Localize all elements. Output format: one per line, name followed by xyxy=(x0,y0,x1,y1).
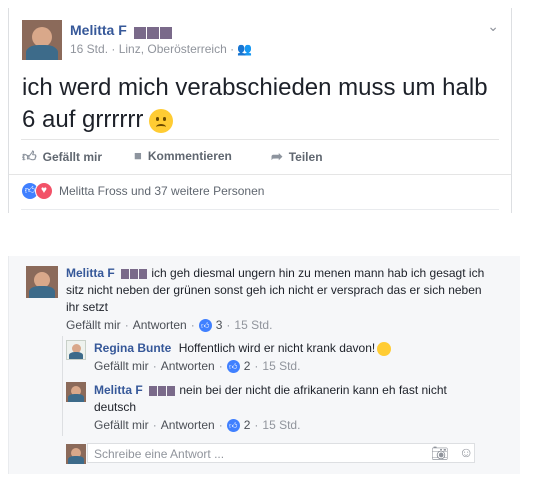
love-reaction-icon: ♥ xyxy=(35,182,53,200)
comment-1-like-count[interactable]: 3 xyxy=(216,318,223,332)
comment-3-author-images xyxy=(149,382,176,399)
comment-2-text: Hoffentlich wird er nicht krank davon! xyxy=(178,341,376,355)
share-arrow-icon: ➦ xyxy=(271,148,283,164)
reply-thread-line xyxy=(62,336,63,436)
share-label: Teilen xyxy=(288,149,323,164)
comment-1-meta: Gefällt mir · Antworten · 👍︎ 3 · 15 Std. xyxy=(66,318,273,332)
share-button[interactable]: ➦ Teilen xyxy=(271,148,323,165)
comment-1-like-count-icon: 👍︎ xyxy=(198,318,212,332)
divider-comments xyxy=(21,209,499,210)
comment-2-body: Regina Bunte Hoffentlich wird er nicht k… xyxy=(94,340,494,357)
comment-2-reply-link[interactable]: Antworten xyxy=(161,359,215,373)
comment-1-like-link[interactable]: Gefällt mir xyxy=(66,318,121,332)
comment-2-like-count[interactable]: 2 xyxy=(244,359,251,373)
reply-input-placeholder: Schreibe eine Antwort ... xyxy=(94,447,225,461)
comment-icon: ■ xyxy=(134,148,142,163)
author-name-text[interactable]: Melitta F xyxy=(70,22,127,38)
emoji-picker-icon[interactable]: ☺ xyxy=(459,444,473,460)
smiley-emoji-icon xyxy=(377,341,392,356)
divider-top xyxy=(21,139,499,140)
comment-3-reply-link[interactable]: Antworten xyxy=(161,418,215,432)
comment-2-time[interactable]: 15 Std. xyxy=(262,359,300,373)
post-text-content: ich werd mich verabschieden muss um halb… xyxy=(22,74,488,133)
comment-2-avatar[interactable] xyxy=(66,340,86,360)
comment-2-author[interactable]: Regina Bunte xyxy=(94,341,171,355)
like-label: Gefällt mir xyxy=(42,149,102,164)
thumbs-up-icon: 👍︎ xyxy=(22,148,37,164)
comment-label: Kommentieren xyxy=(147,148,232,163)
comment-button[interactable]: ■ Kommentieren xyxy=(134,148,232,163)
like-button[interactable]: 👍︎ Gefällt mir xyxy=(22,148,102,165)
comments-section: Melitta F ich geh diesmal ungern hin zu … xyxy=(8,256,520,474)
confused-face-emoji-icon xyxy=(149,108,174,133)
comment-1-author-images xyxy=(121,265,148,282)
reactions-summary[interactable]: 👍︎ ♥ Melitta Fross und 37 weitere Person… xyxy=(22,182,264,200)
comment-3-text: nein bei der nicht die afrikanerin kann … xyxy=(94,383,447,415)
comment-3-avatar[interactable] xyxy=(66,382,86,402)
comment-3-like-count-icon: 👍︎ xyxy=(226,418,240,432)
camera-icon[interactable]: 📷︎ xyxy=(431,445,449,462)
comment-3-body: Melitta F nein bei der nicht die afrikan… xyxy=(94,382,464,416)
comment-2-meta: Gefällt mir · Antworten · 👍︎ 2 · 15 Std. xyxy=(94,359,301,373)
post-meta: 16 Std. · Linz, Oberösterreich · 👥 xyxy=(70,42,253,56)
post-card: Melitta F 16 Std. · Linz, Oberösterreich… xyxy=(8,8,512,213)
comment-1-author[interactable]: Melitta F xyxy=(66,266,115,280)
reactions-text[interactable]: Melitta Fross und 37 weitere Personen xyxy=(59,184,264,198)
current-user-avatar xyxy=(66,444,86,464)
comment-2-like-count-icon: 👍︎ xyxy=(226,359,240,373)
comment-3-time[interactable]: 15 Std. xyxy=(262,418,300,432)
comment-1-reply-link[interactable]: Antworten xyxy=(133,318,187,332)
comment-3-author[interactable]: Melitta F xyxy=(94,383,143,397)
comment-1-body: Melitta F ich geh diesmal ungern hin zu … xyxy=(66,265,496,316)
post-location[interactable]: Linz, Oberösterreich xyxy=(119,42,227,56)
post-time[interactable]: 16 Std. xyxy=(70,42,108,56)
comment-3-like-link[interactable]: Gefällt mir xyxy=(94,418,149,432)
author-avatar[interactable] xyxy=(22,20,62,60)
post-options-chevron-icon[interactable]: ⌄ xyxy=(487,18,499,35)
comment-3-meta: Gefällt mir · Antworten · 👍︎ 2 · 15 Std. xyxy=(94,418,301,432)
comment-2-like-link[interactable]: Gefällt mir xyxy=(94,359,149,373)
comment-1-avatar[interactable] xyxy=(26,266,58,298)
post-text: ich werd mich verabschieden muss um halb… xyxy=(22,72,492,136)
comment-1-time[interactable]: 15 Std. xyxy=(234,318,272,332)
audience-friends-icon[interactable]: 👥 xyxy=(237,42,252,56)
author-name[interactable]: Melitta F xyxy=(70,22,173,39)
comment-3-like-count[interactable]: 2 xyxy=(244,418,251,432)
reply-input[interactable]: Schreibe eine Antwort ... xyxy=(87,443,475,463)
divider-bottom xyxy=(9,174,511,175)
author-name-images xyxy=(133,23,173,39)
